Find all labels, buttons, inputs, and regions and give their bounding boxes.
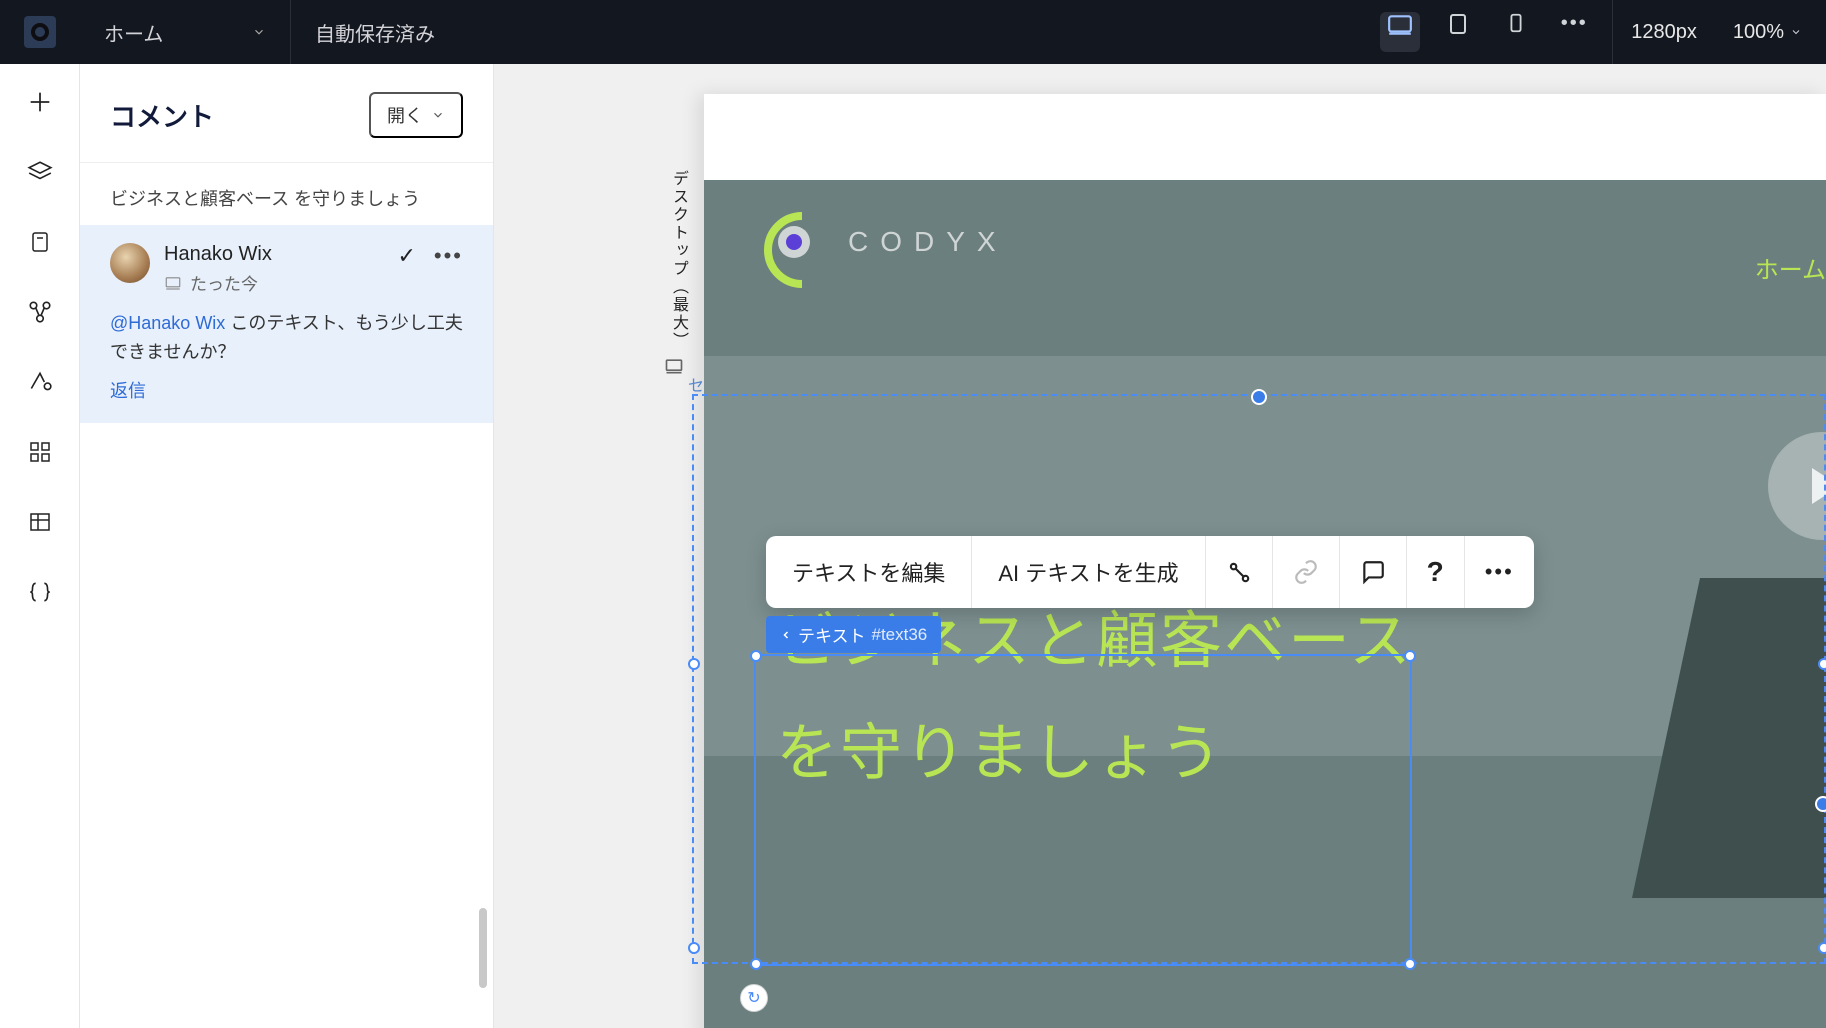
code-icon[interactable]	[22, 574, 58, 610]
breakpoint-label: デスクトップ（最大）	[666, 170, 690, 350]
left-tool-rail	[0, 64, 80, 1028]
comment-body: @Hanako Wix このテキスト、もう少し工夫できませんか？	[110, 309, 463, 367]
comment-user: Hanako Wix	[164, 243, 383, 266]
desktop-device-icon[interactable]	[1380, 12, 1420, 52]
canvas-width-label: 1280px	[1612, 0, 1715, 64]
resize-handle-nw[interactable]	[688, 658, 700, 670]
resolve-icon[interactable]: ✓	[397, 243, 415, 269]
chevron-left-icon	[780, 629, 792, 641]
zoom-value: 100%	[1733, 21, 1784, 44]
more-devices-icon[interactable]: •••	[1554, 12, 1594, 52]
site-structure-icon[interactable]	[22, 294, 58, 330]
comments-panel: コメント 開く ビジネスと顧客ベース を守りましょう Hanako Wix たっ…	[80, 64, 494, 1028]
edit-text-button[interactable]: テキストを編集	[766, 536, 972, 608]
scrollbar[interactable]	[479, 908, 487, 988]
more-icon[interactable]: •••	[1465, 536, 1534, 608]
site-logo-icon	[764, 212, 824, 272]
hero-section: ビジネスと顧客ベース を守りましょう	[704, 316, 1826, 1028]
comment-subject: ビジネスと顧客ベース を守りましょう	[80, 163, 493, 225]
element-tag-id: #text36	[872, 625, 928, 645]
desktop-icon	[164, 274, 182, 292]
site-name: CODYX	[848, 226, 1008, 258]
chevron-down-icon	[252, 25, 266, 39]
styles-icon[interactable]	[22, 364, 58, 400]
comment-item[interactable]: Hanako Wix たった今 ✓ ••• @Hanako Wix このテキスト…	[80, 225, 493, 423]
page-dropdown-label: ホーム	[104, 18, 163, 47]
apps-icon[interactable]	[22, 434, 58, 470]
chevron-down-icon	[1790, 26, 1802, 38]
comments-title: コメント	[110, 97, 214, 134]
autosave-status: 自動保存済み	[290, 0, 459, 64]
breakpoint-device-icon	[664, 356, 684, 376]
app-logo[interactable]	[0, 0, 80, 64]
mobile-device-icon[interactable]	[1496, 12, 1536, 52]
element-toolbar: テキストを編集 AI テキストを生成 ? •••	[766, 536, 1534, 608]
open-filter-label: 開く	[387, 102, 423, 128]
pages-icon[interactable]	[22, 224, 58, 260]
play-icon	[1812, 468, 1826, 504]
avatar	[110, 243, 150, 283]
page-dropdown[interactable]: ホーム	[80, 0, 290, 64]
reply-link[interactable]: 返信	[110, 377, 463, 403]
comment-icon[interactable]	[1340, 536, 1407, 608]
rotate-handle[interactable]: ↻	[740, 984, 768, 1012]
resize-handle-sw[interactable]	[688, 942, 700, 954]
link-icon[interactable]	[1273, 536, 1340, 608]
canvas-area[interactable]: デスクトップ（最大） セクション CODYX ホーム ビジネスと顧客ベース を守…	[494, 64, 1826, 1028]
open-filter-button[interactable]: 開く	[369, 92, 463, 138]
layers-icon[interactable]	[22, 154, 58, 190]
tablet-device-icon[interactable]	[1438, 12, 1478, 52]
comment-time: たった今	[190, 270, 258, 295]
nav-home-link[interactable]: ホーム	[1755, 250, 1826, 285]
element-breadcrumb[interactable]: テキスト #text36	[766, 616, 941, 653]
top-bar: ホーム 自動保存済み ••• 1280px 100%	[0, 0, 1826, 64]
mention: @Hanako Wix	[110, 313, 225, 333]
more-icon[interactable]: •••	[434, 243, 463, 269]
chevron-down-icon	[431, 108, 445, 122]
cms-icon[interactable]	[22, 504, 58, 540]
element-tag-label: テキスト	[798, 622, 866, 647]
zoom-dropdown[interactable]: 100%	[1733, 21, 1802, 44]
animation-icon[interactable]	[1206, 536, 1273, 608]
ai-generate-button[interactable]: AI テキストを生成	[972, 536, 1205, 608]
help-icon[interactable]: ?	[1407, 536, 1465, 608]
site-header: CODYX ホーム	[704, 94, 1826, 316]
add-icon[interactable]	[22, 84, 58, 120]
